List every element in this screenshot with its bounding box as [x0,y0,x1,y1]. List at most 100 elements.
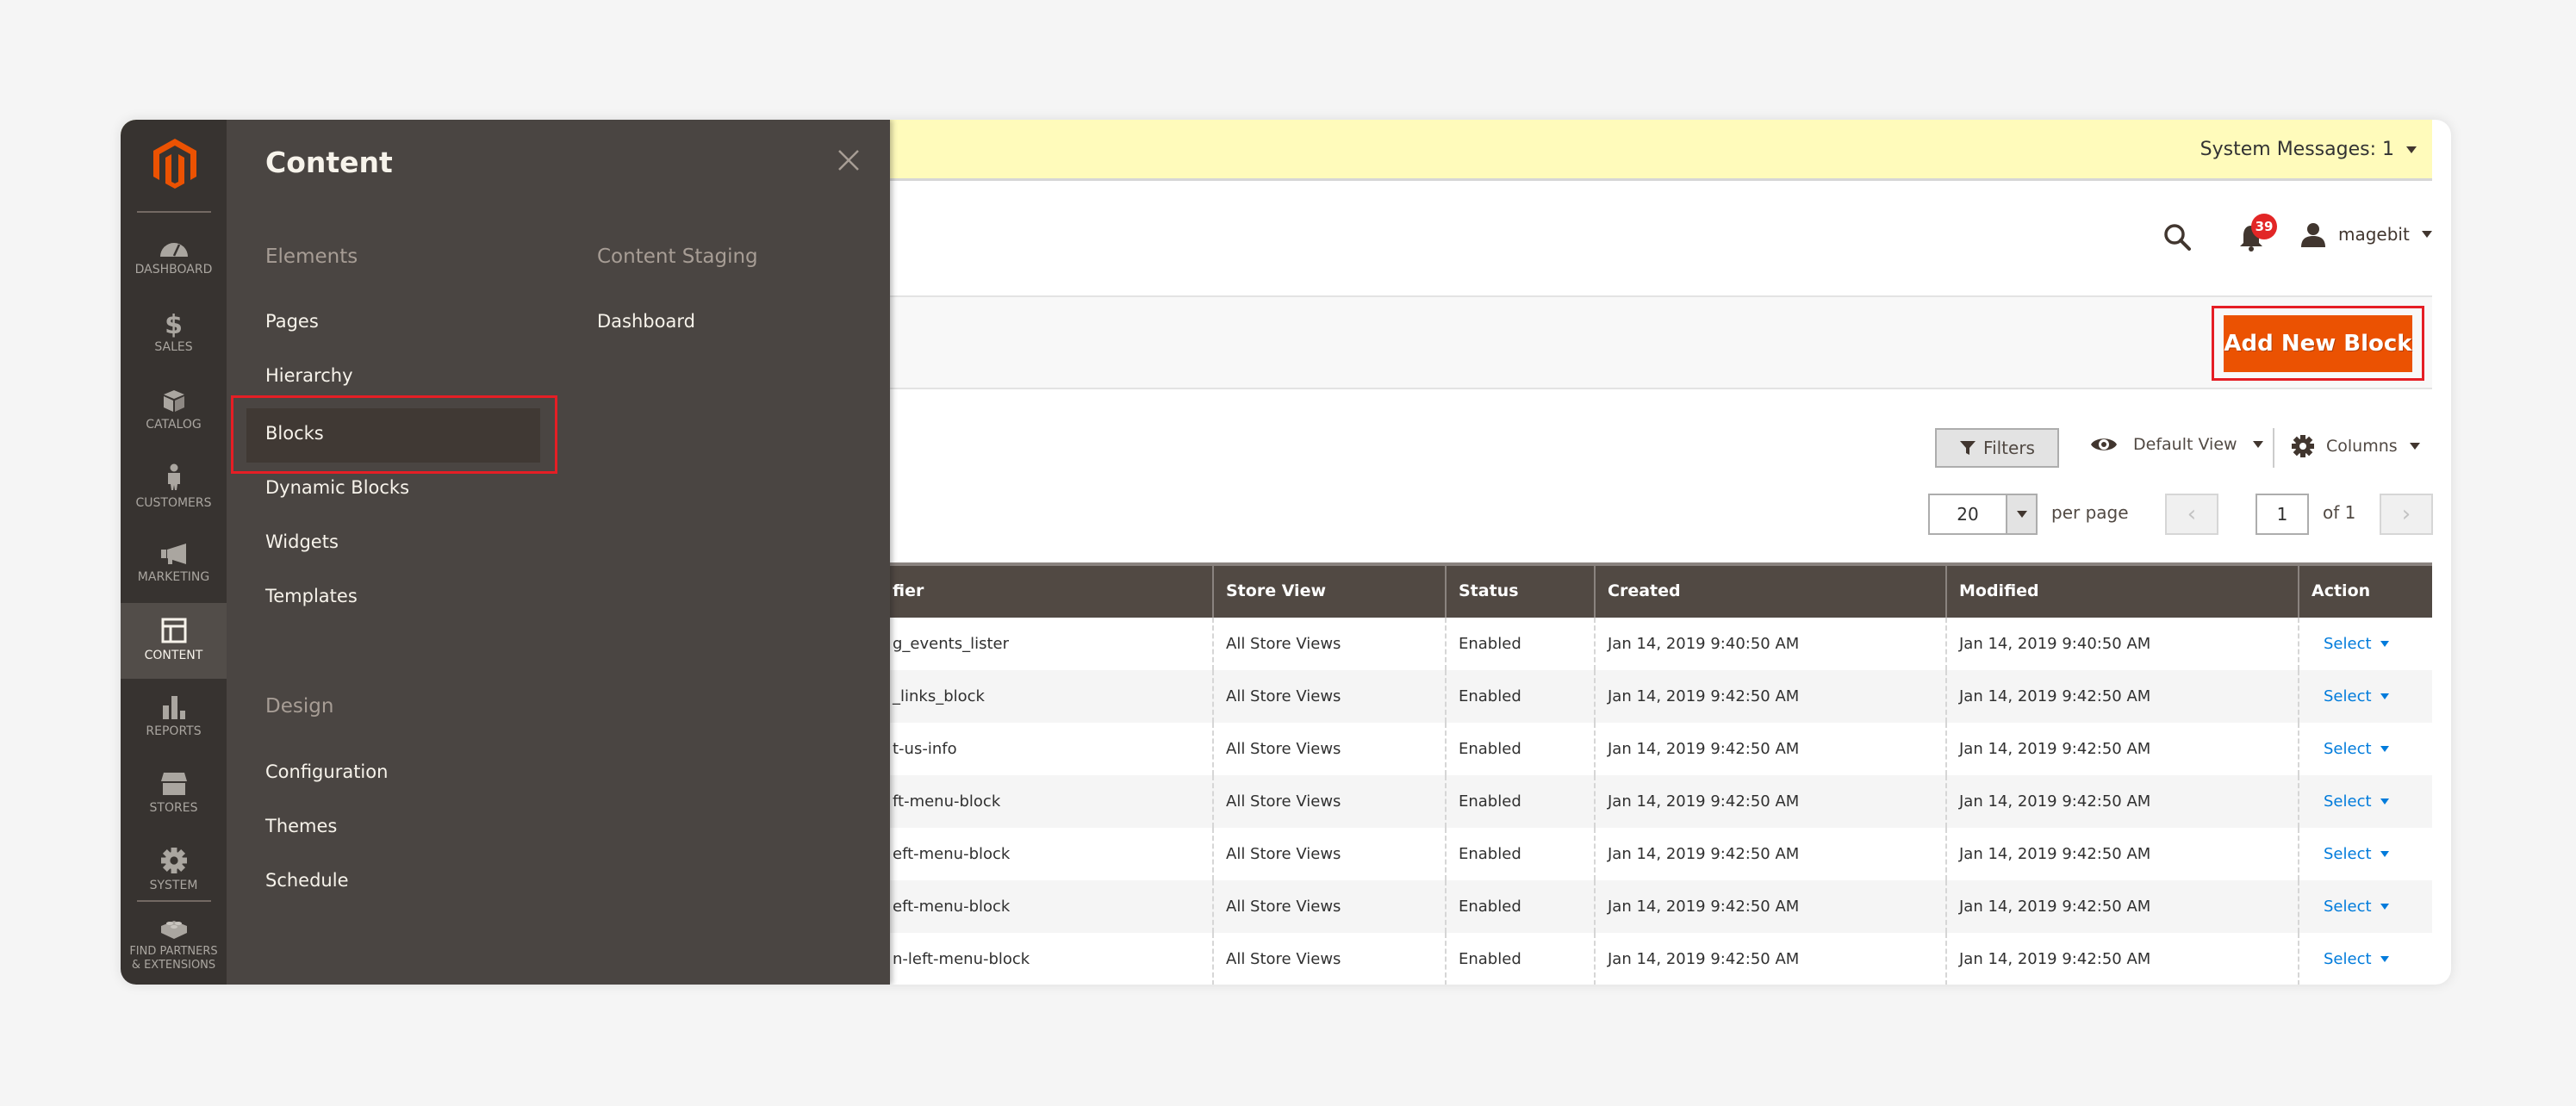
cell-status: Enabled [1447,933,1596,985]
filters-button[interactable]: Filters [1935,428,2059,468]
row-action-select[interactable]: Select [2324,828,2389,880]
nav-label: CATALOG [146,418,202,432]
cell-action: Select [2299,933,2432,985]
cell-store-view: All Store Views [1214,775,1447,828]
user-menu[interactable]: magebit [2300,221,2432,247]
chevron-down-icon [2380,693,2389,699]
divider [137,211,211,213]
cell-action: Select [2299,618,2432,670]
menu-item-staging-dashboard[interactable]: Dashboard [597,311,695,332]
menu-item-blocks[interactable]: Blocks [265,423,324,444]
cell-store-view: All Store Views [1214,880,1447,933]
column-header-modified[interactable]: Modified [1947,566,2299,618]
nav-sales[interactable]: $ SALES [121,296,227,372]
system-messages-label: System Messages: 1 [2200,139,2394,160]
divider [137,900,211,902]
select-label: Select [2324,898,2372,916]
chevron-down-icon [2380,798,2389,805]
menu-item-pages[interactable]: Pages [265,311,319,332]
chevron-down-icon [2016,511,2027,518]
chevron-down-icon [2380,641,2389,647]
cell-created: Jan 14, 2019 9:42:50 AM [1596,670,1947,723]
columns-selector[interactable]: Columns [2292,435,2420,457]
storefront-icon [160,773,187,796]
chevron-down-icon [2409,443,2420,450]
username: magebit [2338,224,2410,245]
per-page-select[interactable]: 20 [1928,494,2038,535]
row-action-select[interactable]: Select [2324,775,2389,828]
system-messages-toggle[interactable]: System Messages: 1 [2200,139,2417,160]
view-selector[interactable]: Default View [2090,435,2263,454]
column-header-store-view[interactable]: Store View [1214,566,1447,618]
chevron-down-icon [2380,956,2389,962]
megaphone-icon [160,544,186,565]
row-action-select[interactable]: Select [2324,933,2389,985]
cell-created: Jan 14, 2019 9:40:50 AM [1596,618,1947,670]
select-label: Select [2324,687,2372,705]
add-new-block-button[interactable]: Add New Block [2224,315,2412,372]
chevron-down-icon [2380,851,2389,857]
page-number-input[interactable] [2256,494,2309,535]
close-icon[interactable] [834,146,863,175]
nav-label: CONTENT [144,649,203,663]
nav-content[interactable]: CONTENT [121,603,227,679]
chevron-down-icon [2380,904,2389,910]
row-action-select[interactable]: Select [2324,880,2389,933]
layout-icon [161,618,186,643]
next-page-button[interactable]: › [2380,494,2433,535]
column-header-status[interactable]: Status [1447,566,1596,618]
magento-logo[interactable] [153,139,196,189]
nav-label: SALES [154,340,193,355]
divider [2273,428,2274,468]
menu-item-themes[interactable]: Themes [265,816,337,836]
cell-created: Jan 14, 2019 9:42:50 AM [1596,775,1947,828]
section-title-content-staging: Content Staging [597,245,758,268]
cell-action: Select [2299,828,2432,880]
cell-action: Select [2299,775,2432,828]
previous-page-button[interactable]: ‹ [2165,494,2218,535]
cell-store-view: All Store Views [1214,670,1447,723]
nav-marketing[interactable]: MARKETING [121,526,227,602]
cell-created: Jan 14, 2019 9:42:50 AM [1596,723,1947,775]
row-action-select[interactable]: Select [2324,670,2389,723]
nav-customers[interactable]: CUSTOMERS [121,450,227,525]
admin-sidebar: DASHBOARD $ SALES CATALOG CUSTOMERS MARK… [121,120,227,985]
chevron-down-icon [2380,746,2389,752]
menu-item-configuration[interactable]: Configuration [265,761,388,782]
nav-label: DASHBOARD [134,263,213,277]
cell-store-view: All Store Views [1214,933,1447,985]
row-action-select[interactable]: Select [2324,618,2389,670]
column-header-action: Action [2312,581,2371,600]
search-icon[interactable] [2162,222,2192,252]
per-page-dropdown-button[interactable] [2006,495,2036,533]
nav-catalog[interactable]: CATALOG [121,373,227,449]
menu-item-schedule[interactable]: Schedule [265,870,349,891]
bar-chart-icon [162,696,185,720]
chevron-down-icon [2421,231,2432,238]
nav-system[interactable]: SYSTEM [121,833,227,909]
cell-action: Select [2299,670,2432,723]
nav-dashboard[interactable]: DASHBOARD [121,220,227,295]
notifications-badge[interactable]: 39 [2251,214,2277,239]
per-page-label: per page [2051,502,2129,523]
select-label: Select [2324,740,2372,758]
chevron-down-icon [2406,146,2417,153]
cell-status: Enabled [1447,828,1596,880]
nav-label: STORES [149,801,198,816]
column-header-created[interactable]: Created [1596,566,1947,618]
nav-reports[interactable]: REPORTS [121,680,227,755]
cell-modified: Jan 14, 2019 9:40:50 AM [1947,618,2299,670]
nav-find-partners[interactable]: FIND PARTNERS & EXTENSIONS [121,905,227,985]
columns-label: Columns [2326,437,2398,456]
row-action-select[interactable]: Select [2324,723,2389,775]
nav-stores[interactable]: STORES [121,756,227,832]
menu-item-widgets[interactable]: Widgets [265,531,339,552]
menu-item-dynamic-blocks[interactable]: Dynamic Blocks [265,477,409,498]
menu-item-hierarchy[interactable]: Hierarchy [265,365,353,386]
dollar-icon: $ [165,310,183,341]
cell-modified: Jan 14, 2019 9:42:50 AM [1947,880,2299,933]
cell-store-view: All Store Views [1214,618,1447,670]
menu-item-templates[interactable]: Templates [265,586,358,606]
cell-modified: Jan 14, 2019 9:42:50 AM [1947,670,2299,723]
cell-store-view: All Store Views [1214,828,1447,880]
